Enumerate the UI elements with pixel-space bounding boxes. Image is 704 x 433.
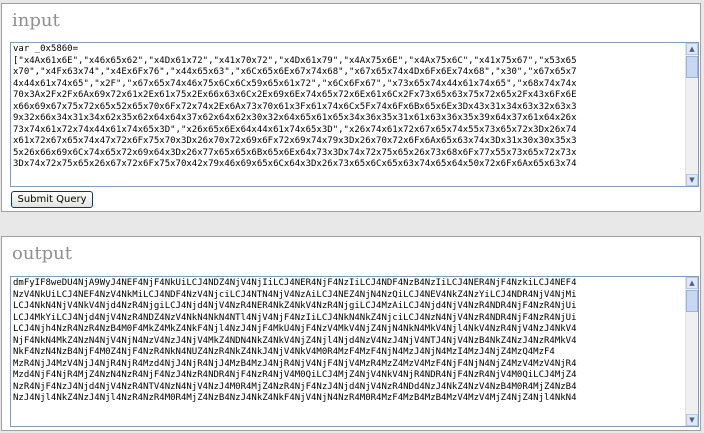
- output-heading: output: [12, 243, 73, 264]
- input-heading: input: [12, 10, 60, 31]
- scroll-up-arrow-icon[interactable]: ▲: [686, 277, 698, 289]
- scroll-down-arrow-icon[interactable]: ▼: [686, 174, 698, 186]
- input-panel: input var _0x5860= ["x4Ax61x6E","x46x65x…: [1, 3, 701, 212]
- scroll-thumb[interactable]: [686, 56, 698, 78]
- input-code-text: var _0x5860= ["x4Ax61x6E","x46x65x62","x…: [13, 44, 577, 169]
- scroll-thumb[interactable]: [686, 290, 698, 312]
- input-scrollbar[interactable]: ▲ ▼: [685, 43, 698, 186]
- output-textarea[interactable]: dmFyIF8weDU4NjA9WyJ4NEF4NjF4NkUiLCJ4NDZ4…: [10, 276, 699, 427]
- scroll-up-arrow-icon[interactable]: ▲: [686, 43, 698, 55]
- output-panel: output dmFyIF8weDU4NjA9WyJ4NEF4NjF4NkUiL…: [1, 236, 701, 431]
- output-code-text: dmFyIF8weDU4NjA9WyJ4NEF4NjF4NkUiLCJ4NDZ4…: [13, 278, 577, 403]
- input-textarea[interactable]: var _0x5860= ["x4Ax61x6E","x46x65x62","x…: [10, 42, 699, 187]
- submit-query-button[interactable]: Submit Query: [11, 191, 93, 208]
- scroll-down-arrow-icon[interactable]: ▼: [686, 414, 698, 426]
- output-scrollbar[interactable]: ▲ ▼: [685, 277, 698, 426]
